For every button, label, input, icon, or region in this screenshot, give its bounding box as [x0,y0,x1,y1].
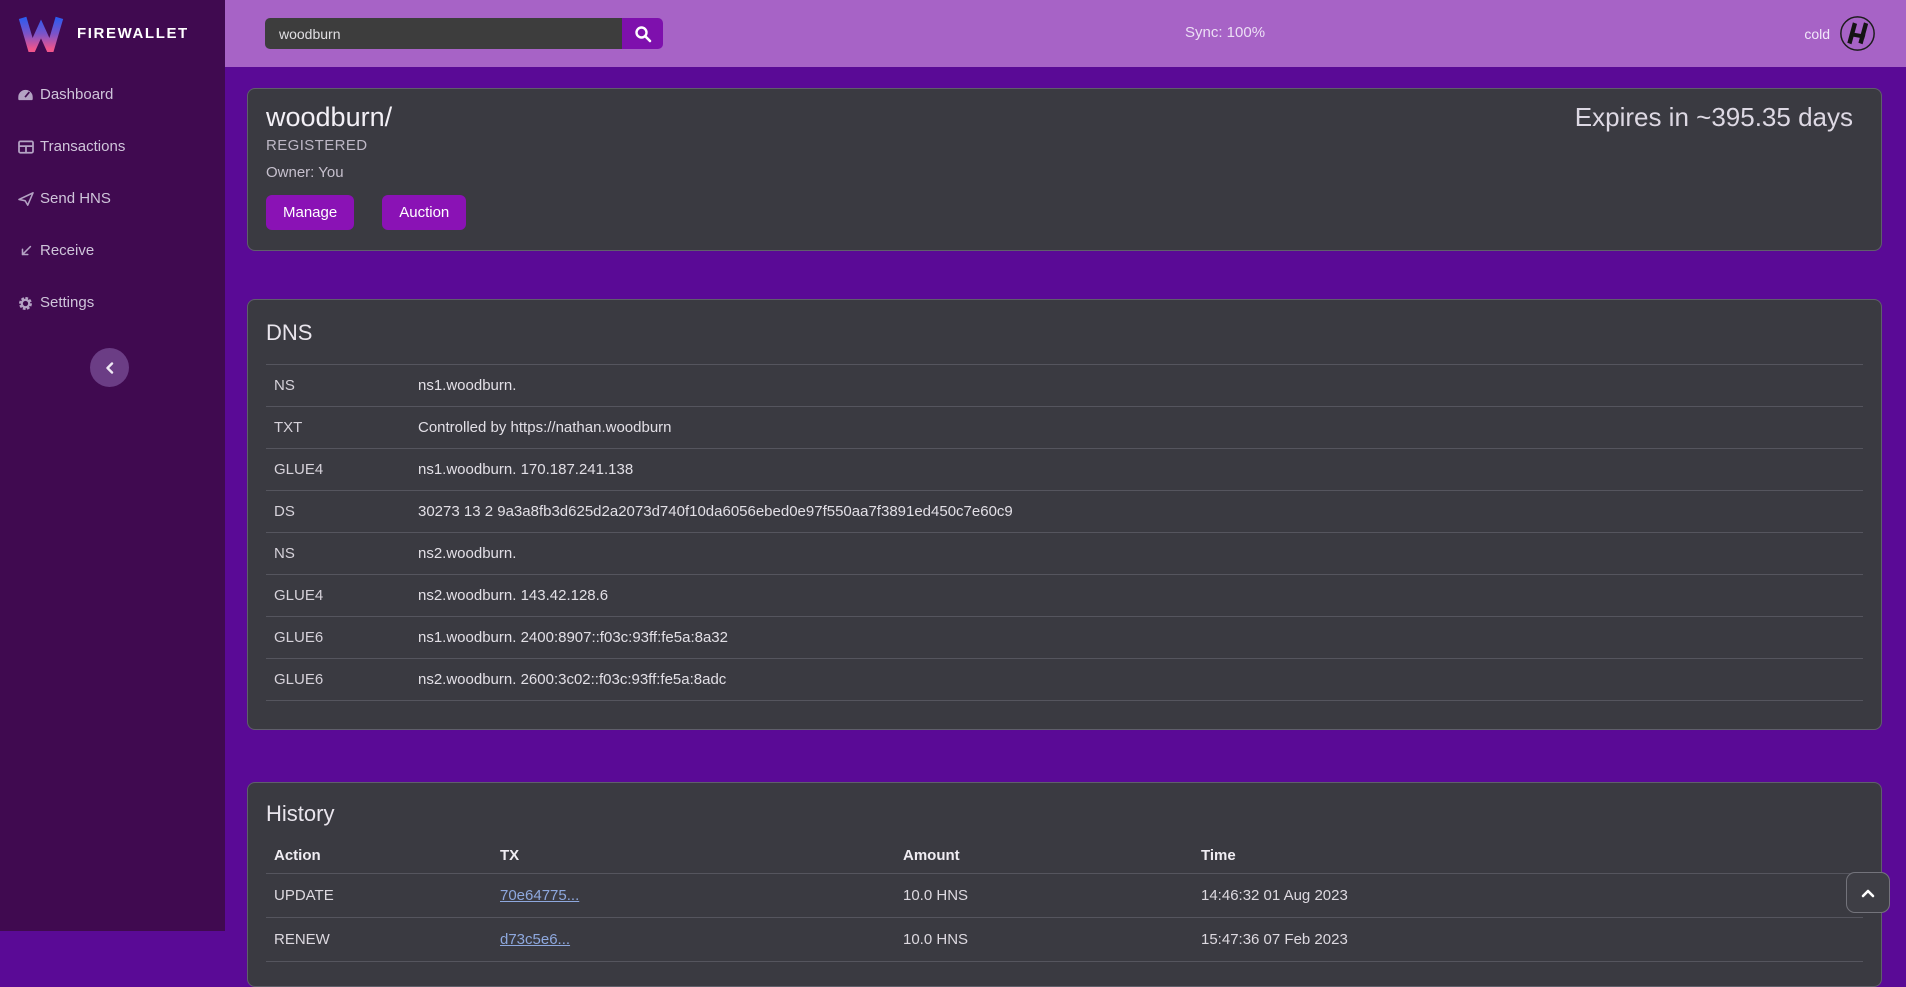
history-section-title: History [266,801,1863,827]
dns-record-value: Controlled by https://nathan.woodburn [410,407,1863,449]
dns-record-value: ns1.woodburn. 170.187.241.138 [410,449,1863,491]
history-col-tx: TX [492,838,895,874]
sidebar-item-transactions[interactable]: Transactions [0,121,225,173]
dns-record-type: NS [266,533,410,575]
receive-arrow-icon [17,244,34,258]
main-content: woodburn/ Expires in ~395.35 days REGIST… [225,67,1906,987]
topbar: Sync: 100% cold [225,0,1906,67]
domain-owner: Owner: You [266,162,1853,183]
dns-record-row: GLUE4 ns1.woodburn. 170.187.241.138 [266,449,1863,491]
manage-button[interactable]: Manage [266,195,354,230]
sidebar-collapse-button[interactable] [90,348,129,387]
brand[interactable]: FIREWALLET [0,0,225,67]
transactions-table-icon [17,140,34,154]
search-icon [634,25,652,43]
dns-record-row: GLUE4 ns2.woodburn. 143.42.128.6 [266,575,1863,617]
dns-record-type: GLUE4 [266,575,410,617]
auction-button[interactable]: Auction [382,195,466,230]
history-col-action: Action [266,838,492,874]
dns-record-value: ns1.woodburn. [410,365,1863,407]
dns-record-type: NS [266,365,410,407]
wallet-name: cold [1804,26,1830,42]
dns-record-row: NS ns2.woodburn. [266,533,1863,575]
history-amount: 10.0 HNS [895,874,1193,918]
dashboard-gauge-icon [17,88,34,102]
history-card: History Action TX Amount Time UPDATE 70e… [247,782,1882,987]
dns-record-row: TXT Controlled by https://nathan.woodbur… [266,407,1863,449]
history-action: RENEW [266,918,492,962]
dns-record-row: NS ns1.woodburn. [266,365,1863,407]
history-table: Action TX Amount Time UPDATE 70e64775...… [266,838,1863,962]
chevron-left-icon [104,362,116,374]
domain-card: woodburn/ Expires in ~395.35 days REGIST… [247,88,1882,251]
sidebar-nav: Dashboard Transactions Send HNS Receive … [0,67,225,329]
history-time: 14:46:32 01 Aug 2023 [1193,874,1863,918]
search-button[interactable] [622,18,663,49]
sidebar-item-label: Receive [40,240,94,262]
search-group [265,18,663,49]
sidebar-item-settings[interactable]: Settings [0,277,225,329]
chevron-up-icon [1861,888,1875,898]
sidebar-item-label: Transactions [40,136,125,158]
dns-record-value: ns2.woodburn. [410,533,1863,575]
dns-record-value: ns2.woodburn. 2600:3c02::f03c:93ff:fe5a:… [410,659,1863,701]
dns-card: DNS NS ns1.woodburn. TXT Controlled by h… [247,299,1882,730]
scroll-to-top-button[interactable] [1846,872,1890,913]
history-col-time: Time [1193,838,1863,874]
dns-record-type: GLUE6 [266,617,410,659]
dns-record-value: ns1.woodburn. 2400:8907::f03c:93ff:fe5a:… [410,617,1863,659]
dns-record-value: ns2.woodburn. 143.42.128.6 [410,575,1863,617]
wallet-chip[interactable]: cold [1804,15,1876,52]
domain-title: woodburn/ [266,101,392,133]
firewallet-w-logo-icon [18,15,64,52]
domain-expiry: Expires in ~395.35 days [1575,101,1853,133]
dns-record-type: DS [266,491,410,533]
domain-status: REGISTERED [266,135,1853,156]
history-header-row: Action TX Amount Time [266,838,1863,874]
dns-record-value: 30273 13 2 9a3a8fb3d625d2a2073d740f10da6… [410,491,1863,533]
history-col-amount: Amount [895,838,1193,874]
sidebar-item-label: Send HNS [40,188,111,210]
brand-name: FIREWALLET [77,25,189,42]
handshake-logo-icon [1839,15,1876,52]
sidebar-item-label: Dashboard [40,84,113,106]
dns-record-type: TXT [266,407,410,449]
search-input[interactable] [265,18,622,49]
dns-record-row: GLUE6 ns2.woodburn. 2600:3c02::f03c:93ff… [266,659,1863,701]
dns-record-row: GLUE6 ns1.woodburn. 2400:8907::f03c:93ff… [266,617,1863,659]
sidebar-item-label: Settings [40,292,94,314]
dns-record-type: GLUE6 [266,659,410,701]
tx-link[interactable]: 70e64775... [500,887,579,904]
history-time: 15:47:36 07 Feb 2023 [1193,918,1863,962]
sidebar-item-dashboard[interactable]: Dashboard [0,69,225,121]
history-row: UPDATE 70e64775... 10.0 HNS 14:46:32 01 … [266,874,1863,918]
tx-link[interactable]: d73c5e6... [500,931,570,948]
dns-section-title: DNS [266,320,1863,346]
dns-table: NS ns1.woodburn. TXT Controlled by https… [266,364,1863,701]
sync-status: Sync: 100% [1185,24,1265,41]
history-amount: 10.0 HNS [895,918,1193,962]
sidebar: FIREWALLET Dashboard Transactions Send H… [0,0,225,931]
dns-record-type: GLUE4 [266,449,410,491]
dns-record-row: DS 30273 13 2 9a3a8fb3d625d2a2073d740f10… [266,491,1863,533]
history-action: UPDATE [266,874,492,918]
sidebar-item-receive[interactable]: Receive [0,225,225,277]
send-plane-icon [17,192,34,206]
settings-gear-icon [17,296,34,311]
sidebar-item-send-hns[interactable]: Send HNS [0,173,225,225]
history-row: RENEW d73c5e6... 10.0 HNS 15:47:36 07 Fe… [266,918,1863,962]
